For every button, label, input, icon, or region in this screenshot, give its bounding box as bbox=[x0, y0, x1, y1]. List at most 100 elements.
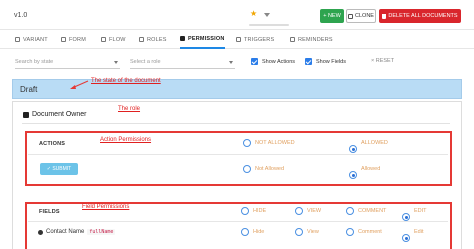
field-row-label: Contact Name fullName bbox=[38, 229, 116, 235]
divider bbox=[28, 154, 448, 155]
radio-label: NOT ALLOWED bbox=[255, 140, 295, 146]
checkbox-checked-icon bbox=[305, 58, 312, 65]
state-select[interactable]: Search by state bbox=[15, 56, 120, 69]
clone-button-label: CLONE bbox=[355, 13, 374, 19]
filter-bar: Search by state Select a role Show Actio… bbox=[0, 50, 474, 74]
fields-view-header[interactable]: VIEW bbox=[295, 207, 321, 215]
tab-label: FLOW bbox=[109, 36, 126, 43]
radio-selected-icon bbox=[402, 213, 410, 221]
radio-icon bbox=[243, 139, 251, 147]
tab-label: FORM bbox=[69, 36, 86, 43]
submit-allowed-radio[interactable]: Allowed bbox=[349, 165, 381, 179]
role-annotation: The role bbox=[118, 106, 141, 112]
scrollbar[interactable] bbox=[249, 24, 289, 26]
new-button[interactable]: + NEW bbox=[320, 9, 344, 23]
show-fields-label: Show Fields bbox=[316, 58, 346, 65]
checkbox-checked-icon bbox=[251, 58, 258, 65]
bell-icon bbox=[290, 37, 295, 42]
clone-button[interactable]: CLONE bbox=[346, 9, 376, 23]
tab-label: ROLES bbox=[147, 36, 167, 43]
state-annotation: The state of the document bbox=[91, 78, 161, 84]
top-bar: v1.0 ★ + NEW CLONE DELETE ALL DOCUMENTS bbox=[0, 0, 474, 30]
role-select-placeholder: Select a role bbox=[130, 59, 161, 65]
contact-comment-radio[interactable]: Comment bbox=[346, 228, 382, 236]
radio-icon bbox=[241, 228, 249, 236]
role-select[interactable]: Select a role bbox=[130, 56, 235, 69]
radio-icon bbox=[346, 228, 354, 236]
tab-label: REMINDERS bbox=[298, 36, 333, 43]
radio-selected-icon bbox=[349, 171, 357, 179]
radio-icon bbox=[295, 207, 303, 215]
new-button-label: + NEW bbox=[323, 13, 341, 19]
fields-edit-header[interactable]: EDIT bbox=[402, 207, 427, 221]
tab-label: PERMISSION bbox=[188, 35, 225, 42]
user-icon bbox=[23, 111, 29, 118]
radio-label: HIDE bbox=[253, 208, 267, 214]
radio-icon bbox=[346, 207, 354, 215]
tab-flow[interactable]: FLOW bbox=[101, 30, 126, 49]
delete-button-label: DELETE ALL DOCUMENTS bbox=[388, 13, 458, 19]
tab-triggers[interactable]: TRIGGERS bbox=[236, 30, 274, 49]
variant-icon bbox=[15, 37, 20, 42]
contact-icon bbox=[38, 229, 43, 235]
contact-hide-radio[interactable]: Hide bbox=[241, 228, 264, 236]
tab-reminders[interactable]: REMINDERS bbox=[290, 30, 333, 49]
radio-icon bbox=[241, 207, 249, 215]
role-name: Document Owner bbox=[32, 111, 87, 118]
version-label: v1.0 bbox=[14, 12, 28, 19]
state-header[interactable]: Draft bbox=[12, 79, 462, 99]
role-title: Document Owner bbox=[23, 111, 86, 118]
radio-label: EDIT bbox=[414, 208, 427, 214]
fields-header: FIELDS bbox=[39, 209, 60, 215]
actions-allowed-header[interactable]: ALLOWED bbox=[349, 139, 388, 153]
radio-label: ALLOWED bbox=[361, 140, 388, 146]
radio-label: Hide bbox=[253, 229, 265, 235]
tab-bar: VARIANT FORM FLOW ROLES PERMISSION TRIGG… bbox=[0, 30, 474, 49]
radio-label: COMMENT bbox=[358, 208, 387, 214]
tab-form[interactable]: FORM bbox=[61, 30, 86, 49]
star-icon[interactable]: ★ bbox=[250, 9, 257, 18]
actions-not-allowed-header[interactable]: NOT ALLOWED bbox=[243, 139, 295, 147]
radio-selected-icon bbox=[402, 234, 410, 242]
form-icon bbox=[61, 37, 66, 42]
radio-label: View bbox=[307, 229, 319, 235]
chevron-down-icon[interactable] bbox=[264, 13, 270, 17]
reset-button[interactable]: × RESET bbox=[371, 58, 394, 64]
chevron-down-icon bbox=[114, 61, 118, 64]
show-actions-label: Show Actions bbox=[262, 58, 296, 65]
fields-hide-header[interactable]: HIDE bbox=[241, 207, 266, 215]
radio-label: Not Allowed bbox=[255, 166, 285, 172]
chevron-down-icon bbox=[229, 61, 233, 64]
tab-variant[interactable]: VARIANT bbox=[15, 30, 48, 49]
actions-header: ACTIONS bbox=[39, 141, 66, 147]
divider bbox=[22, 123, 450, 124]
show-fields-checkbox[interactable]: Show Fields bbox=[305, 58, 346, 65]
radio-label: VIEW bbox=[307, 208, 322, 214]
trash-icon bbox=[382, 13, 387, 19]
field-code: fullName bbox=[87, 229, 116, 235]
submit-label: ✓ SUBMIT bbox=[46, 166, 72, 172]
field-name: Contact Name bbox=[46, 229, 85, 235]
fields-comment-header[interactable]: COMMENT bbox=[346, 207, 386, 215]
copy-icon bbox=[348, 13, 354, 19]
state-select-placeholder: Search by state bbox=[15, 59, 54, 65]
radio-label: Allowed bbox=[361, 166, 381, 172]
radio-label: Comment bbox=[358, 229, 382, 235]
contact-view-radio[interactable]: View bbox=[295, 228, 319, 236]
contact-edit-radio[interactable]: Edit bbox=[402, 228, 424, 242]
delete-all-button[interactable]: DELETE ALL DOCUMENTS bbox=[379, 9, 461, 23]
state-name: Draft bbox=[20, 84, 38, 94]
submit-not-allowed-radio[interactable]: Not Allowed bbox=[243, 165, 284, 173]
trigger-icon bbox=[236, 37, 241, 42]
tab-label: TRIGGERS bbox=[244, 36, 275, 43]
shield-icon bbox=[180, 36, 185, 41]
flow-icon bbox=[101, 37, 106, 42]
show-actions-checkbox[interactable]: Show Actions bbox=[251, 58, 295, 65]
tab-permission[interactable]: PERMISSION bbox=[180, 30, 225, 49]
fields-annotation: Field Permissions bbox=[82, 204, 130, 210]
submit-action-button[interactable]: ✓ SUBMIT bbox=[40, 163, 78, 175]
radio-icon bbox=[295, 228, 303, 236]
radio-selected-icon bbox=[349, 145, 357, 153]
radio-label: Edit bbox=[414, 229, 424, 235]
tab-roles[interactable]: ROLES bbox=[139, 30, 167, 49]
